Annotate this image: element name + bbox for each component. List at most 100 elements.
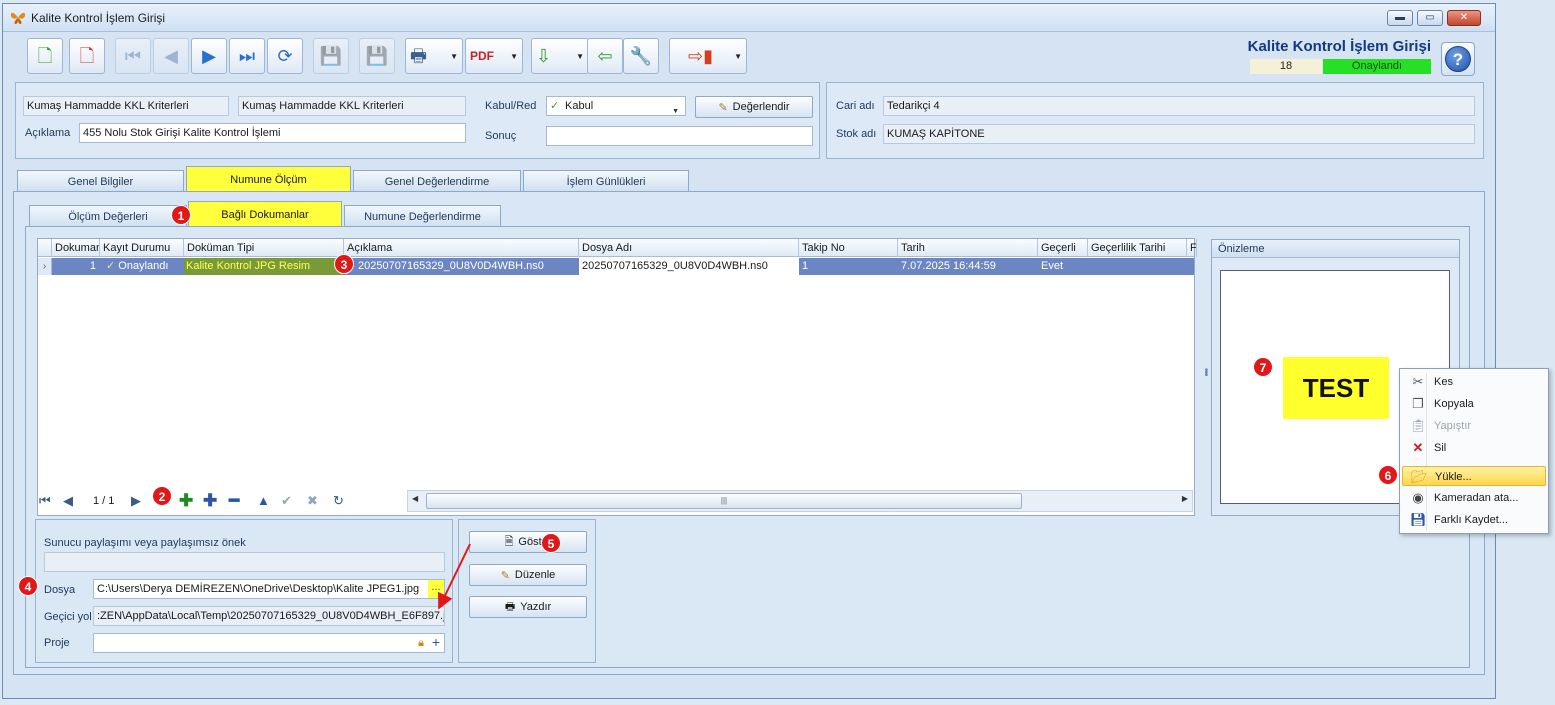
column-header[interactable]: Geçerli (1038, 239, 1088, 257)
cell-valid-date[interactable] (1088, 258, 1187, 275)
minimize-button[interactable]: ▬ (1387, 10, 1413, 26)
chevron-down-icon: ▼ (672, 108, 679, 115)
edit-label: Düzenle (514, 569, 556, 581)
column-header[interactable]: Takip No (799, 239, 898, 257)
plus-icon[interactable]: + (432, 634, 440, 651)
accept-reject-select[interactable]: ✓ Kabul ▼ (546, 96, 686, 116)
cell-description[interactable]: 20250707165329_0U8V0D4WBH.ns0 (344, 258, 579, 275)
share-input[interactable] (44, 552, 445, 572)
checkmark-icon: ✓ (106, 260, 119, 272)
tab-islem-gunlukleri[interactable]: İşlem Günlükleri (523, 170, 689, 192)
toolbar: 🗋 🗋 ⏮ ◀ ▶ ⏭ ⟳ 💾 💾 🖶 ▼ PDF ▼ ⇩ ▼ ⇦ 🔧 ⇨▮ ▼ (17, 38, 757, 78)
remove-icon[interactable]: ━ (229, 490, 239, 512)
maximize-button[interactable]: ▭ (1417, 10, 1443, 26)
cancel-icon[interactable]: ✖ (307, 490, 318, 512)
evaluate-button[interactable]: ✎ Değerlendir (695, 96, 813, 118)
account-field[interactable]: Tedarikçi 4 (883, 96, 1475, 116)
row-indicator-icon: › (38, 258, 52, 275)
column-header[interactable]: Geçerlilik Tarihi (1088, 239, 1187, 257)
table-row[interactable]: 1 ✓ Onaylandı Kalite Kontrol JPG Resim 2… (38, 258, 1194, 275)
tab-olcum-degerleri[interactable]: Ölçüm Değerleri (29, 205, 187, 227)
horizontal-scrollbar[interactable]: ◀ ||| ▶ (407, 490, 1193, 512)
stock-field[interactable]: KUMAŞ KAPİTONE (883, 124, 1475, 144)
exit-button[interactable]: ⇨▮ ▼ (669, 38, 747, 74)
cell-valid[interactable]: Evet (1038, 258, 1088, 275)
splitter-handle[interactable]: ••• (1200, 368, 1211, 376)
column-header[interactable]: Tarih (898, 239, 1038, 257)
cell-tracking[interactable]: 1 (799, 258, 898, 275)
cell-file[interactable]: 20250707165329_0U8V0D4WBH.ns0 (579, 258, 799, 275)
criteria-name-field[interactable]: Kumaş Hammadde KKL Kriterleri (238, 96, 466, 116)
cell-number[interactable]: 1 (52, 258, 100, 275)
lock-icon[interactable]: 🔒︎ (418, 634, 424, 652)
add-icon[interactable]: ✚ (179, 490, 193, 512)
refresh-icon[interactable]: ↻ (333, 490, 344, 512)
export-button[interactable]: ⇩ ▼ (531, 38, 589, 74)
scroll-right-icon[interactable]: ▶ (1182, 494, 1188, 503)
insert-icon[interactable]: ✚ (203, 490, 217, 512)
criteria-code-field[interactable]: Kumaş Hammadde KKL Kriterleri (23, 96, 229, 116)
column-header[interactable]: Dokumanl (52, 239, 100, 257)
temp-path-field[interactable]: :ZEN\AppData\Local\Temp\20250707165329_0… (93, 606, 445, 626)
menu-item-paste[interactable]: 📋︎ Yapıştır (1402, 416, 1546, 436)
menu-item-copy[interactable]: ❐ Kopyala (1402, 394, 1546, 414)
menu-item-delete[interactable]: ✕ Sil (1402, 438, 1546, 458)
scroll-thumb[interactable]: ||| (426, 493, 1022, 509)
export-pdf-button[interactable]: PDF ▼ (465, 38, 523, 74)
refresh-button[interactable]: ⟳ (267, 38, 303, 74)
first-icon[interactable]: ⏮ (39, 490, 51, 512)
chevron-down-icon: ▼ (450, 52, 458, 61)
pdf-icon: PDF (470, 49, 494, 63)
print-document-button[interactable]: 🖶 Yazdır (469, 596, 587, 618)
preview-image: TEST (1283, 357, 1389, 419)
column-header[interactable]: Açıklama (344, 239, 579, 257)
annotation-badge: 7 (1253, 357, 1273, 377)
save-button[interactable]: 💾 (313, 38, 349, 74)
show-button[interactable]: 🗎 Göster (469, 531, 587, 553)
result-input[interactable] (546, 126, 813, 146)
column-header[interactable]: Kayıt Durumu (100, 239, 184, 257)
refresh-icon: ⟳ (277, 46, 293, 66)
tab-genel-degerlendirme[interactable]: Genel Değerlendirme (353, 170, 521, 192)
column-header[interactable]: F (1187, 239, 1197, 257)
description-input[interactable]: 455 Nolu Stok Girişi Kalite Kontrol İşle… (79, 123, 466, 143)
print-button[interactable]: 🖶 ▼ (405, 38, 463, 74)
tab-genel-bilgiler[interactable]: Genel Bilgiler (17, 170, 184, 192)
import-button[interactable]: ⇦ (587, 38, 623, 74)
menu-item-cut[interactable]: ✂ Kes (1402, 372, 1546, 392)
previous-record-button[interactable]: ◀ (153, 38, 189, 74)
delete-record-button[interactable]: 🗋 (69, 38, 105, 74)
column-header[interactable]: Dosya Adı (579, 239, 799, 257)
cell-date[interactable]: 7.07.2025 16:44:59 (898, 258, 1038, 275)
settings-button[interactable]: 🔧 (623, 38, 659, 74)
cell-type[interactable]: Kalite Kontrol JPG Resim (184, 258, 344, 275)
save-close-button[interactable]: 💾 (359, 38, 395, 74)
close-button[interactable]: ✕ (1447, 10, 1481, 26)
file-path: C:\Users\Derya DEMİREZEN\OneDrive\Deskto… (97, 583, 420, 595)
confirm-icon[interactable]: ✔ (281, 490, 292, 512)
menu-item-load[interactable]: 📂︎ Yükle... (1402, 466, 1546, 486)
documents-grid[interactable]: Dokumanl Kayıt Durumu Doküman Tipi Açıkl… (37, 238, 1197, 516)
new-record-button[interactable]: 🗋 (27, 38, 63, 74)
menu-item-camera[interactable]: ◉ Kameradan ata... (1402, 488, 1546, 508)
move-up-icon[interactable]: ▲ (257, 490, 270, 512)
menu-item-save-as[interactable]: 💾︎ Farklı Kaydet... (1402, 510, 1546, 530)
edit-button[interactable]: ✎ Düzenle (469, 564, 587, 586)
tab-numune-olcum[interactable]: Numune Ölçüm (186, 166, 351, 192)
cell-status[interactable]: ✓ Onaylandı (100, 258, 184, 275)
next-record-button[interactable]: ▶ (191, 38, 227, 74)
last-record-button[interactable]: ⏭ (229, 38, 265, 74)
column-header[interactable]: Doküman Tipi (184, 239, 344, 257)
help-button[interactable]: ? (1441, 42, 1475, 76)
tab-numune-degerlendirme[interactable]: Numune Değerlendirme (344, 205, 501, 227)
annotation-badge: 1 (171, 205, 191, 225)
previous-icon[interactable]: ◀ (63, 490, 73, 512)
first-record-button[interactable]: ⏮ (115, 38, 151, 74)
next-icon[interactable]: ▶ (131, 490, 141, 512)
browse-button[interactable]: ... (428, 580, 444, 598)
file-input[interactable]: C:\Users\Derya DEMİREZEN\OneDrive\Deskto… (93, 579, 445, 599)
project-input[interactable]: 🔒︎ + (93, 633, 445, 653)
scissors-icon: ✂ (1412, 374, 1424, 389)
scroll-left-icon[interactable]: ◀ (412, 494, 418, 503)
tab-bagli-dokumanlar[interactable]: Bağlı Dokumanlar (188, 201, 342, 227)
